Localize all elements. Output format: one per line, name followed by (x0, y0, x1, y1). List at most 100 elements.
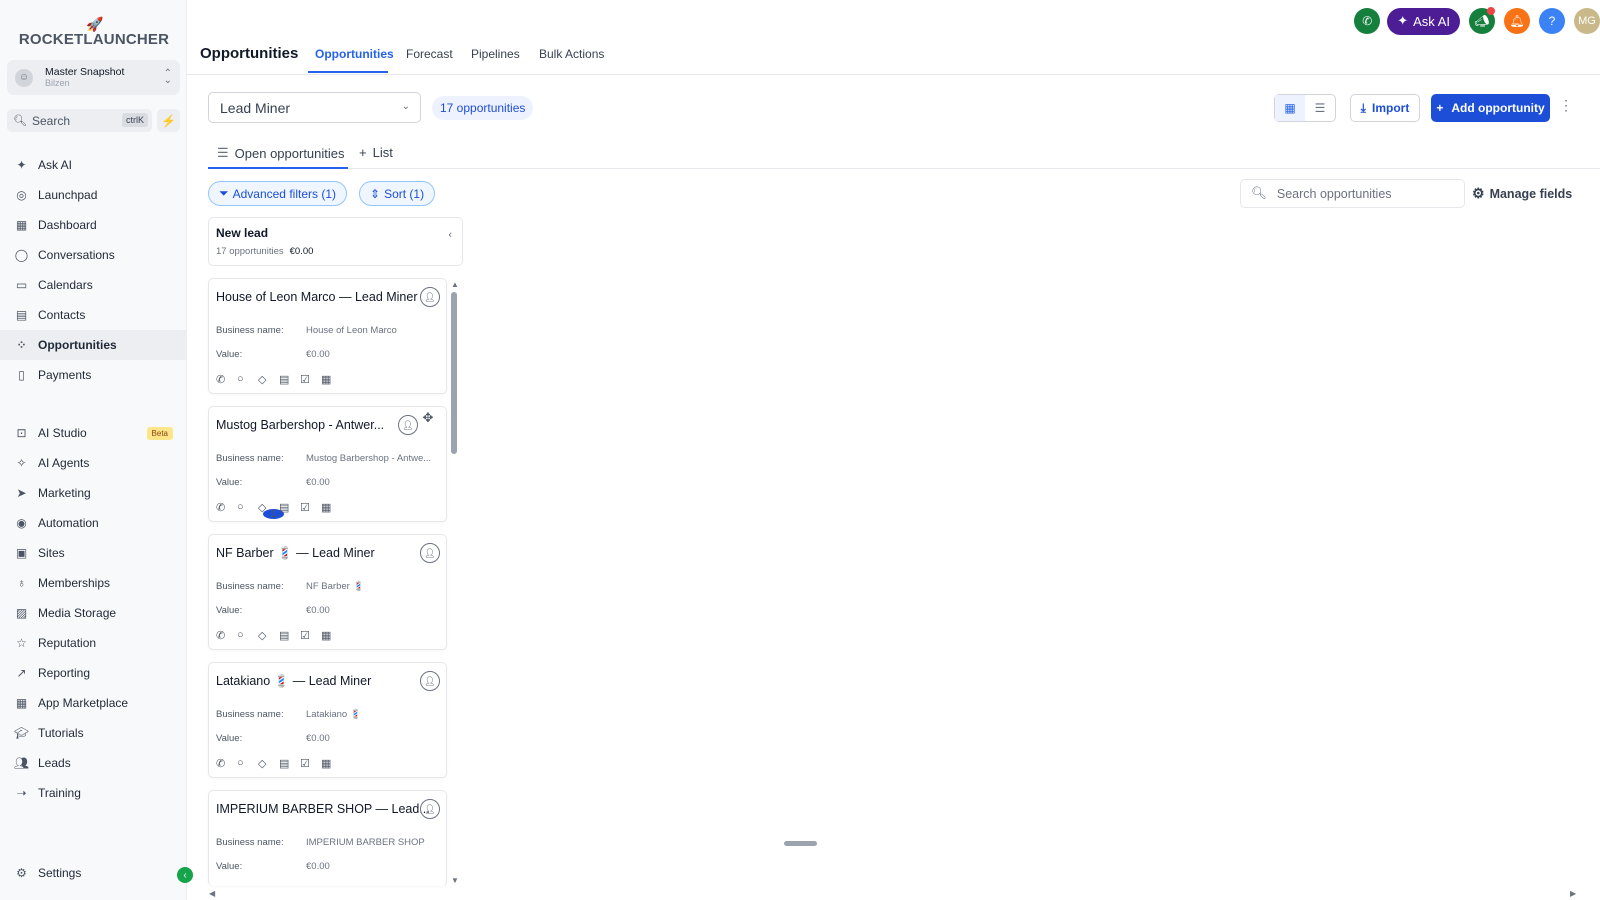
calendar-icon[interactable]: ▦ (321, 757, 342, 770)
sidebar-item-app-marketplace[interactable]: ▦ App Marketplace (0, 688, 187, 718)
sidebar-item-label: Reputation (38, 636, 97, 650)
subtab-add-list[interactable]: + List (359, 145, 393, 160)
sidebar-item-label: AI Studio (38, 426, 87, 440)
ask-ai-button[interactable]: ✦ Ask AI (1387, 7, 1460, 35)
manage-fields-button[interactable]: ⚙ Manage fields (1472, 185, 1572, 202)
help-button[interactable]: ? (1539, 8, 1565, 34)
add-opportunity-button[interactable]: + Add opportunity (1431, 94, 1550, 122)
phone-icon[interactable]: ✆ (216, 501, 237, 524)
chat-icon[interactable]: ○ (237, 373, 258, 386)
note-icon[interactable]: ▤ (279, 757, 300, 770)
horizontal-scroll-handle[interactable] (784, 841, 817, 846)
assign-owner-icon[interactable]: 👤︎ (420, 799, 440, 819)
task-icon[interactable]: ☑ (300, 373, 321, 386)
quick-action-bolt-icon[interactable]: ⚡ (157, 109, 180, 132)
search-opportunities-input[interactable]: 🔍︎ Search opportunities (1240, 179, 1465, 208)
opportunity-card[interactable]: IMPERIUM BARBER SHOP — Lead... 👤︎ Busine… (208, 790, 447, 886)
task-icon[interactable]: ☑ (300, 629, 321, 642)
sidebar-item-automation[interactable]: ◉ Automation (0, 508, 187, 538)
sidebar-item-contacts[interactable]: ▤ Contacts (0, 300, 187, 330)
calendar-icon[interactable]: ▦ (321, 501, 342, 524)
phone-button[interactable]: ✆ (1354, 8, 1381, 34)
sidebar-item-media-storage[interactable]: ▨ Media Storage (0, 598, 187, 628)
sidebar-item-sites[interactable]: ▣ Sites (0, 538, 187, 568)
plus-icon: + (359, 145, 367, 160)
sidebar-item-settings[interactable]: ⚙ Settings (0, 858, 187, 888)
sidebar-item-dashboard[interactable]: ▦ Dashboard (0, 210, 187, 240)
sidebar-item-label: Training (38, 786, 81, 800)
sidebar-item-launchpad[interactable]: ◎ Launchpad (0, 180, 187, 210)
tag-icon[interactable]: ◇ (258, 373, 279, 386)
sidebar-item-payments[interactable]: ▯ Payments (0, 360, 187, 390)
phone-icon[interactable]: ✆ (216, 629, 237, 642)
note-icon[interactable]: ▤ (279, 373, 300, 386)
sidebar-item-opportunities[interactable]: ⁘ Opportunities (0, 330, 187, 360)
sidebar-item-memberships[interactable]: ♁ Memberships (0, 568, 187, 598)
phone-icon[interactable]: ✆ (216, 757, 237, 770)
announcements-button[interactable]: 📣︎ (1469, 7, 1495, 34)
sidebar-item-label: Sites (38, 546, 65, 560)
tab-forecast[interactable]: Forecast (406, 47, 453, 61)
calendar-icon[interactable]: ▦ (321, 373, 342, 386)
chat-icon[interactable]: ○ (237, 757, 258, 770)
subtab-open-opportunities[interactable]: ☰ Open opportunities (217, 145, 345, 161)
sidebar-item-reputation[interactable]: ☆ Reputation (0, 628, 187, 658)
notifications-button[interactable]: 🔔︎ (1504, 8, 1530, 34)
drag-handle-icon[interactable]: ✥ (418, 408, 438, 428)
tag-icon[interactable]: ◇ 1 (258, 501, 284, 524)
business-name-value: IMPERIUM BARBER SHOP (306, 837, 425, 848)
sidebar-item-ask-ai[interactable]: ✦ Ask AI (0, 150, 187, 180)
more-options-icon[interactable]: ⋮ (1559, 97, 1573, 114)
task-icon[interactable]: ☑ (300, 501, 321, 524)
task-icon[interactable]: ☑ (300, 757, 321, 770)
ask-ai-label: Ask AI (1413, 13, 1450, 29)
sidebar-item-conversations[interactable]: ◯ Conversations (0, 240, 187, 270)
sidebar-item-ai-studio[interactable]: ⊡ AI Studio Beta (0, 418, 187, 448)
assign-owner-icon[interactable]: 👤︎ (420, 543, 440, 563)
sort-button[interactable]: ⇕ Sort (1) (359, 181, 436, 206)
pipeline-select[interactable]: Lead Miner ⌄ (208, 92, 421, 123)
scroll-left-icon[interactable]: ◀ (209, 889, 215, 898)
sidebar-search[interactable]: 🔍︎ Search ctrlK (7, 109, 152, 132)
sidebar-item-marketing[interactable]: ➤ Marketing (0, 478, 187, 508)
opportunity-card[interactable]: Latakiano 💈 — Lead Miner 👤︎ Business nam… (208, 662, 447, 778)
tag-icon[interactable]: ◇ (258, 629, 279, 642)
tab-opportunities[interactable]: Opportunities (315, 47, 394, 61)
tab-bulk-actions[interactable]: Bulk Actions (539, 47, 604, 61)
note-icon[interactable]: ▤ (279, 501, 300, 524)
board-view-icon[interactable]: ▦ (1275, 95, 1305, 121)
import-button[interactable]: ⤓ Import (1350, 94, 1420, 122)
chat-icon[interactable]: ○ (237, 501, 258, 524)
sidebar-item-label: Contacts (38, 308, 86, 322)
search-shortcut: ctrlK (122, 113, 148, 127)
account-switcher[interactable]: ☺ Master Snapshot Bilzen ⌃ ⌄ (7, 60, 180, 95)
note-icon[interactable]: ▤ (279, 629, 300, 642)
user-avatar[interactable]: MG (1574, 8, 1600, 34)
opportunity-card[interactable]: House of Leon Marco — Lead Miner 👤︎ Busi… (208, 278, 447, 394)
opportunity-card[interactable]: Mustog Barbershop - Antwer... 👤︎ ✥ Busin… (208, 406, 447, 522)
sidebar-item-training[interactable]: ➝ Training (0, 778, 187, 808)
sidebar-item-calendars[interactable]: ▭ Calendars (0, 270, 187, 300)
scroll-down-icon[interactable]: ▼ (451, 876, 459, 885)
sidebar-item-tutorials[interactable]: 🎓︎ Tutorials (0, 718, 187, 748)
assign-owner-icon[interactable]: 👤︎ (420, 671, 440, 691)
chat-icon[interactable]: ○ (237, 629, 258, 642)
scroll-right-icon[interactable]: ▶ (1570, 889, 1576, 898)
scroll-up-icon[interactable]: ▲ (451, 280, 459, 289)
tab-pipelines[interactable]: Pipelines (471, 47, 520, 61)
list-view-icon[interactable]: ☰ (1305, 95, 1335, 121)
tag-icon[interactable]: ◇ (258, 757, 279, 770)
opportunity-card[interactable]: NF Barber 💈 — Lead Miner 👤︎ Business nam… (208, 534, 447, 650)
collapse-stage-icon[interactable]: ‹ (448, 229, 452, 241)
assign-owner-icon[interactable]: 👤︎ (420, 287, 440, 307)
advanced-filters-button[interactable]: ⏷ Advanced filters (1) (208, 181, 347, 206)
sidebar-item-ai-agents[interactable]: ✧ AI Agents (0, 448, 187, 478)
phone-icon[interactable]: ✆ (216, 373, 237, 386)
value-label: Value: (216, 861, 243, 872)
rocketlauncher-logo[interactable]: 🚀 ROCKETLAUNCHER (19, 16, 169, 48)
vertical-scrollbar[interactable] (451, 292, 457, 454)
sidebar-item-leads[interactable]: 👥︎ Leads (0, 748, 187, 778)
sidebar-item-reporting[interactable]: ↗ Reporting (0, 658, 187, 688)
assign-owner-icon[interactable]: 👤︎ (398, 415, 418, 435)
calendar-icon[interactable]: ▦ (321, 629, 342, 642)
